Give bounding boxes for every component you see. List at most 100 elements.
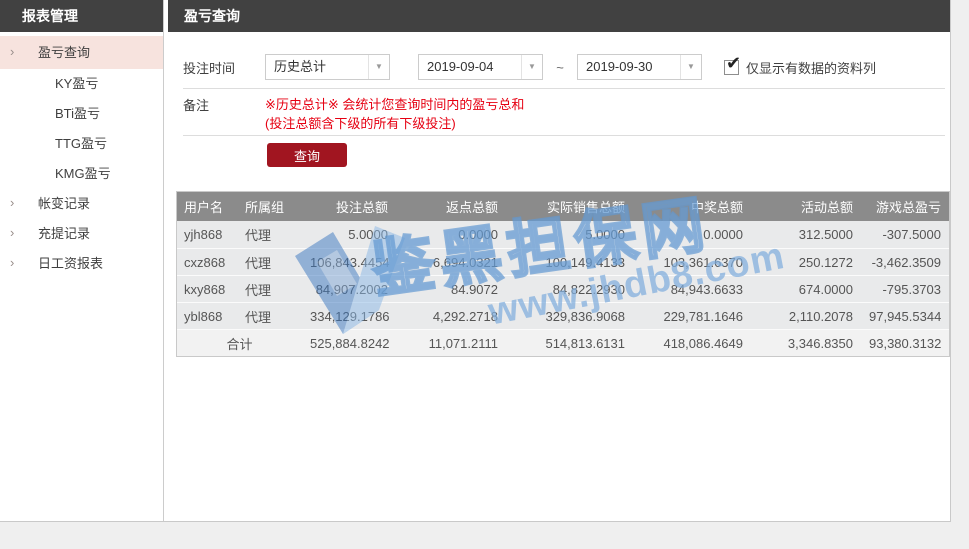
date-range-separator: ~	[553, 60, 567, 75]
table-cell: -3,462.3509	[861, 248, 949, 275]
table-cell: 6,694.0321	[396, 248, 506, 275]
chevron-down-icon: ▼	[521, 55, 542, 79]
chevron-right-icon: ›	[10, 248, 14, 278]
filter-row: 投注时间 历史总计 ▼ 2019-09-04 ▼ ~ 2019-09-30 ▼ …	[183, 46, 876, 88]
range-type-select[interactable]: 历史总计 ▼	[265, 54, 390, 80]
table-cell: 93,380.3132	[861, 329, 949, 356]
sidebar-item-bti-profit[interactable]: BTi盈亏	[0, 99, 163, 129]
sidebar-item-deposit-withdraw[interactable]: › 充提记录	[0, 219, 163, 249]
table-row: yjh868 代理 5.0000 0.0000 5.0000 0.0000 31…	[177, 221, 949, 248]
only-data-label: 仅显示有数据的资料列	[746, 58, 876, 77]
table-header-cell: 所属组	[237, 192, 302, 221]
table-cell: 103,361.6370	[633, 248, 751, 275]
table-cell: ybl868	[177, 302, 237, 329]
sidebar-item-label: 帐变记录	[38, 189, 90, 219]
sidebar-item-ky-profit[interactable]: KY盈亏	[0, 69, 163, 99]
table-header-cell: 实际销售总额	[506, 192, 633, 221]
sidebar-item-label: BTi盈亏	[55, 99, 100, 129]
table-cell: 329,836.9068	[506, 302, 633, 329]
only-data-checkbox[interactable]: ✔	[724, 60, 739, 75]
date-to-select[interactable]: 2019-09-30 ▼	[577, 54, 702, 80]
total-label: 合计	[177, 329, 302, 356]
table-cell: 100,149.4133	[506, 248, 633, 275]
date-from-value: 2019-09-04	[427, 59, 494, 74]
table-row: ybl868 代理 334,129.1786 4,292.2718 329,83…	[177, 302, 949, 329]
sidebar-title: 报表管理	[0, 0, 163, 32]
table-header-cell: 用户名	[177, 192, 237, 221]
table-row: cxz868 代理 106,843.4454 6,694.0321 100,14…	[177, 248, 949, 275]
table-cell: 674.0000	[751, 275, 861, 302]
chevron-right-icon: ›	[10, 218, 14, 248]
chevron-right-icon: ›	[10, 188, 14, 218]
sidebar-item-label: 盈亏查询	[38, 36, 90, 69]
table-row: kxy868 代理 84,907.2002 84.9072 84,822.293…	[177, 275, 949, 302]
table-cell: 334,129.1786	[302, 302, 396, 329]
date-from-select[interactable]: 2019-09-04 ▼	[418, 54, 543, 80]
divider	[183, 88, 945, 89]
table-header-row: 用户名 所属组 投注总额 返点总额 实际销售总额 中奖总额 活动总额 游戏总盈亏	[177, 192, 949, 221]
main-content: 投注时间 历史总计 ▼ 2019-09-04 ▼ ~ 2019-09-30 ▼ …	[168, 0, 950, 521]
sidebar-item-label: KMG盈亏	[55, 159, 111, 189]
table-cell: -795.3703	[861, 275, 949, 302]
table-cell: 4,292.2718	[396, 302, 506, 329]
app-window: 报表管理 盈亏查询 › 盈亏查询 KY盈亏 BTi盈亏 TTG盈亏 KMG盈亏 …	[0, 0, 969, 549]
table-cell: 84,907.2002	[302, 275, 396, 302]
table-cell: cxz868	[177, 248, 237, 275]
bet-time-label: 投注时间	[183, 58, 265, 77]
table-header-cell: 中奖总额	[633, 192, 751, 221]
range-type-value: 历史总计	[274, 59, 326, 74]
note-label: 备注	[183, 95, 265, 133]
table-header-cell: 返点总额	[396, 192, 506, 221]
sidebar-item-label: 日工资报表	[38, 249, 103, 279]
table-cell: 312.5000	[751, 221, 861, 248]
table-cell: 代理	[237, 275, 302, 302]
table-cell: 11,071.2111	[396, 329, 506, 356]
table-cell: 0.0000	[396, 221, 506, 248]
table-header-cell: 活动总额	[751, 192, 861, 221]
table-cell: 2,110.2078	[751, 302, 861, 329]
date-to-value: 2019-09-30	[586, 59, 653, 74]
table-cell: 525,884.8242	[302, 329, 396, 356]
table-cell: 3,346.8350	[751, 329, 861, 356]
table-cell: 5.0000	[302, 221, 396, 248]
chevron-down-icon: ▼	[680, 55, 701, 79]
table-cell: 418,086.4649	[633, 329, 751, 356]
note-text: ※历史总计※ 会统计您查询时间内的盈亏总和 (投注总额含下级的所有下级投注)	[265, 95, 524, 133]
table-cell: 84,943.6633	[633, 275, 751, 302]
sidebar-item-account-changes[interactable]: › 帐变记录	[0, 189, 163, 219]
table-cell: 代理	[237, 221, 302, 248]
table-cell: 5.0000	[506, 221, 633, 248]
table-cell: 514,813.6131	[506, 329, 633, 356]
sidebar-item-label: KY盈亏	[55, 69, 98, 99]
table-cell: 250.1272	[751, 248, 861, 275]
query-button[interactable]: 查询	[267, 143, 347, 167]
sidebar-item-profit-query[interactable]: › 盈亏查询	[0, 36, 163, 69]
note-row: 备注 ※历史总计※ 会统计您查询时间内的盈亏总和 (投注总额含下级的所有下级投注…	[183, 95, 524, 133]
note-line1: ※历史总计※ 会统计您查询时间内的盈亏总和	[265, 95, 524, 114]
table-cell: 84.9072	[396, 275, 506, 302]
sidebar-item-daily-wage-report[interactable]: › 日工资报表	[0, 249, 163, 279]
sidebar-item-label: TTG盈亏	[55, 129, 107, 159]
note-line2: (投注总额含下级的所有下级投注)	[265, 114, 524, 133]
chevron-right-icon: ›	[10, 35, 14, 68]
table-header-cell: 投注总额	[302, 192, 396, 221]
table-cell: 84,822.2930	[506, 275, 633, 302]
table-header-cell: 游戏总盈亏	[861, 192, 949, 221]
divider	[183, 135, 945, 136]
table-cell: 106,843.4454	[302, 248, 396, 275]
sidebar-item-label: 充提记录	[38, 219, 90, 249]
table-cell: -307.5000	[861, 221, 949, 248]
table-cell: 229,781.1646	[633, 302, 751, 329]
sidebar-item-ttg-profit[interactable]: TTG盈亏	[0, 129, 163, 159]
sidebar-item-kmg-profit[interactable]: KMG盈亏	[0, 159, 163, 189]
sidebar-divider	[163, 0, 164, 521]
table-cell: 代理	[237, 248, 302, 275]
table-cell: yjh868	[177, 221, 237, 248]
table-cell: 代理	[237, 302, 302, 329]
chevron-down-icon: ▼	[368, 55, 389, 79]
table-cell: kxy868	[177, 275, 237, 302]
checkmark-icon: ✔	[726, 54, 741, 72]
table-total-row: 合计 525,884.8242 11,071.2111 514,813.6131…	[177, 329, 949, 356]
table-cell: 0.0000	[633, 221, 751, 248]
table-cell: 97,945.5344	[861, 302, 949, 329]
